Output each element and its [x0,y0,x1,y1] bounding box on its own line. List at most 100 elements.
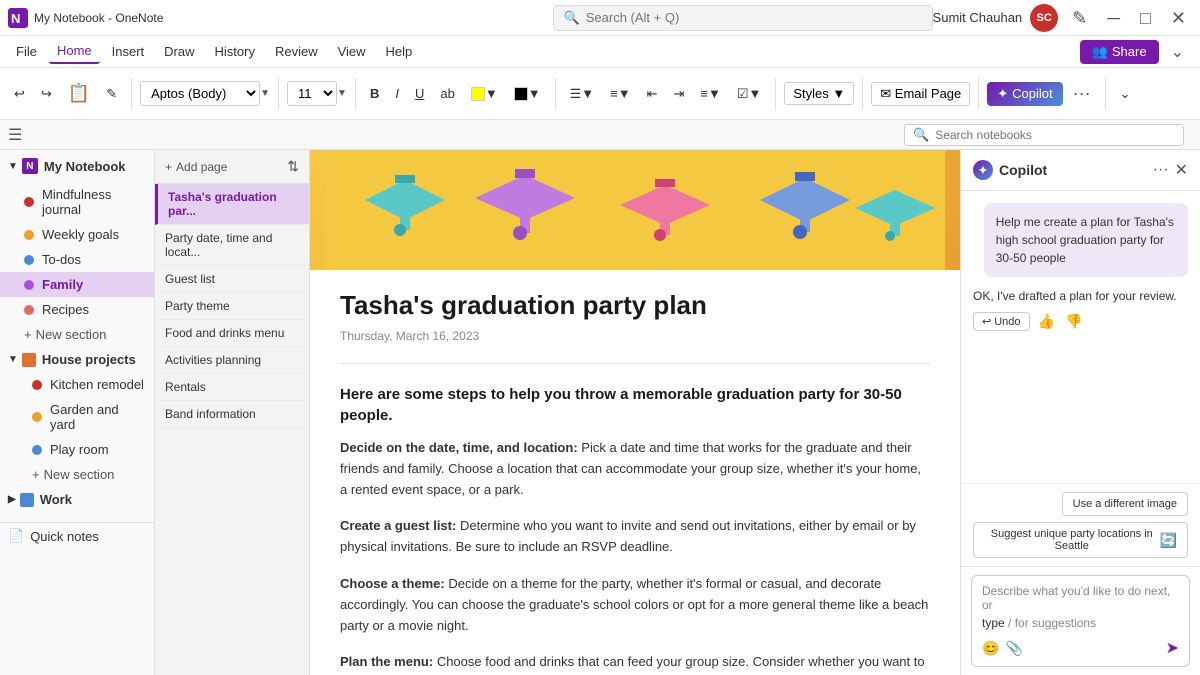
minimize-btn[interactable]: ─ [1101,0,1126,36]
title-bar: N My Notebook - OneNote 🔍 Sumit Chauhan … [0,0,1200,36]
bold-btn[interactable]: B [364,82,385,105]
section-bold-theme: Choose a theme: [340,576,445,591]
maximize-btn[interactable]: □ [1134,0,1157,36]
todos-color [24,255,34,265]
strikethrough-btn[interactable]: ab [434,82,460,105]
search-notebooks-box[interactable]: 🔍 [904,124,1184,146]
house-chevron: ▼ [8,354,18,365]
thumbs-down-btn[interactable]: 👎 [1063,311,1084,332]
work-icon [20,493,34,507]
edit-icon[interactable]: ✎ [1066,0,1093,36]
chevron-down-icon: ▼ [260,88,270,99]
copilot-ribbon-btn[interactable]: ✦ Copilot [987,82,1062,106]
more-ribbon-btn[interactable]: ··· [1067,79,1097,108]
search-input[interactable] [586,10,886,25]
font-size-selector[interactable]: 11 [287,81,337,106]
page-item-tasha-grad[interactable]: Tasha's graduation par... [155,184,309,225]
collapse-ribbon-btn[interactable]: ⌄ [1114,82,1137,106]
underline-btn[interactable]: U [409,82,430,105]
undo-btn[interactable]: ↩ [8,82,31,106]
menu-review[interactable]: Review [267,40,326,63]
search-notebooks-input[interactable] [935,128,1175,142]
section-bold-date: Decide on the date, time, and location: [340,440,578,455]
add-section-2[interactable]: + New section [0,462,154,487]
menu-history[interactable]: History [207,40,263,63]
page-item-guest-list[interactable]: Guest list [155,266,309,293]
copilot-input-box[interactable]: Describe what you'd like to do next, or … [971,575,1190,667]
format-painter-btn[interactable]: ✎ [100,82,123,106]
menu-bar: File Home Insert Draw History Review Vie… [0,36,1200,68]
copilot-close-btn[interactable]: ✕ [1175,160,1188,180]
attachment-icon[interactable]: 📎 [1005,640,1022,657]
bullet-list-btn[interactable]: ☰▼ [564,82,601,106]
sidebar-item-family[interactable]: Family [0,272,154,297]
sidebar-item-recipes[interactable]: Recipes [0,297,154,322]
sidebar-item-weekly[interactable]: Weekly goals [0,222,154,247]
sidebar-item-todos[interactable]: To-dos [0,247,154,272]
menu-insert[interactable]: Insert [104,40,153,63]
content-section-menu: Plan the menu: Choose food and drinks th… [340,652,930,675]
email-page-btn[interactable]: ✉ Email Page [871,82,970,106]
highlight-color-btn[interactable]: ▼ [465,82,504,105]
quick-notes-item[interactable]: 📄 Quick notes [0,522,154,549]
numbered-list-btn[interactable]: ≡▼ [604,82,636,105]
copilot-input-area: Describe what you'd like to do next, or … [961,566,1200,675]
menu-help[interactable]: Help [378,40,421,63]
page-header-image [310,150,960,270]
thumbs-up-btn[interactable]: 👍 [1036,311,1057,332]
sort-pages-btn[interactable]: ⇅ [287,158,299,175]
font-family-selector[interactable]: Aptos (Body) [140,81,260,106]
indent-btn[interactable]: ⇥ [667,82,690,106]
add-page-btn[interactable]: + Add page [165,160,227,174]
section-group-house[interactable]: ▼ House projects [0,347,154,372]
page-item-activities[interactable]: Activities planning [155,347,309,374]
copilot-input-placeholder-line1: Describe what you'd like to do next, or [982,584,1179,612]
ribbon-sep-2 [278,78,279,110]
sidebar-item-mindfulness[interactable]: Mindfulness journal [0,182,154,222]
tags-btn[interactable]: ☑▼ [731,82,768,106]
expand-ribbon-btn[interactable]: ⌄ [1167,38,1188,66]
quick-notes-icon: 📄 [8,528,24,544]
outdent-btn[interactable]: ⇤ [641,82,664,106]
menu-home[interactable]: Home [49,39,100,64]
redo-btn[interactable]: ↪ [35,82,58,106]
page-item-rentals[interactable]: Rentals [155,374,309,401]
copilot-more-btn[interactable]: ··· [1153,161,1169,179]
notebook-chevron: ▼ [8,161,18,172]
page-item-party-theme[interactable]: Party theme [155,293,309,320]
suggest-locations-btn[interactable]: Suggest unique party locations in Seattl… [973,522,1188,558]
copilot-send-btn[interactable]: ➤ [1166,638,1179,658]
styles-btn[interactable]: Styles ▼ [784,82,854,105]
share-icon: 👥 [1092,44,1108,60]
copilot-undo-btn[interactable]: ↩ Undo [973,312,1030,331]
menu-draw[interactable]: Draw [156,40,202,63]
menu-view[interactable]: View [330,40,374,63]
page-item-food-drinks[interactable]: Food and drinks menu [155,320,309,347]
paste-btn[interactable]: 📋 [62,79,96,108]
use-different-image-btn[interactable]: Use a different image [1062,492,1188,516]
paragraph-align-btn[interactable]: ≡▼ [694,82,726,105]
ribbon-sep-5 [775,78,776,110]
menu-file[interactable]: File [8,40,45,63]
recipes-color [24,305,34,315]
font-color-btn[interactable]: ▼ [508,82,547,105]
emoji-icon[interactable]: 😊 [982,640,999,657]
close-btn[interactable]: ✕ [1165,0,1192,36]
page-item-party-date[interactable]: Party date, time and locat... [155,225,309,266]
title-bar-text: My Notebook - OneNote [34,11,553,25]
notebook-header[interactable]: ▼ N My Notebook [0,150,154,182]
add-section-1[interactable]: + New section [0,322,154,347]
sidebar-item-garden[interactable]: Garden and yard [0,397,154,437]
title-bar-search-box[interactable]: 🔍 [553,5,933,31]
section-group-work[interactable]: ▶ Work [0,487,154,512]
copilot-input-placeholder-line2: type / for suggestions [982,616,1179,630]
user-avatar[interactable]: SC [1030,4,1058,32]
page-item-band-info[interactable]: Band information [155,401,309,428]
share-button[interactable]: 👥 Share [1080,40,1159,64]
italic-btn[interactable]: I [389,82,405,105]
sidebar-item-playroom[interactable]: Play room [0,437,154,462]
family-color [24,280,34,290]
hamburger-icon[interactable]: ☰ [8,125,22,145]
sidebar-item-kitchen[interactable]: Kitchen remodel [0,372,154,397]
copilot-logo: ✦ [973,160,993,180]
